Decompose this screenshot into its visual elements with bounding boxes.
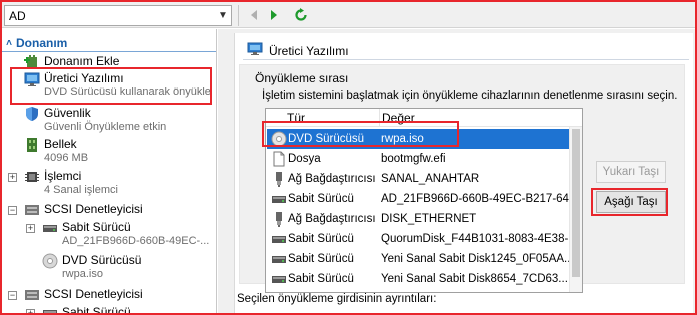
firmware-icon: [247, 42, 263, 59]
hard-drive-icon: [42, 220, 58, 236]
boot-entry-type: Sabit Sürücü: [288, 193, 354, 205]
sidebar-item-memory[interactable]: Bellek 4096 MB: [24, 137, 88, 166]
highlight-box: [591, 188, 668, 216]
sidebar-item-sub: AD_21FB966D-660B-49EC-...: [62, 235, 210, 247]
sidebar-item-label: SCSI Denetleyicisi: [44, 202, 143, 216]
boot-entry-row[interactable]: Sabit Sürücü Yeni Sanal Sabit Disk1245_0…: [267, 249, 574, 269]
selected-entry-details-label: Seçilen önyükleme girdisinin ayrıntıları…: [237, 293, 437, 305]
vm-selector[interactable]: AD ▼: [4, 5, 232, 26]
sidebar-item-label: SCSI Denetleyicisi: [44, 287, 143, 301]
boot-entry-value: AD_21FB966D-660B-49EC-B217-64...: [381, 193, 579, 205]
boot-entry-row[interactable]: Ağ Bağdaştırıcısı DISK_ETHERNET: [267, 209, 569, 229]
section-divider: [2, 51, 216, 52]
highlight-box: [262, 121, 459, 147]
move-up-button[interactable]: Yukarı Taşı: [596, 161, 666, 183]
sidebar-item-security[interactable]: Güvenlik Güvenli Önyükleme etkin: [24, 106, 166, 135]
boot-entry-type: Dosya: [288, 153, 321, 165]
boot-entry-row[interactable]: Dosya bootmgfw.efi: [267, 149, 569, 169]
boot-order-description: İşletim sistemini başlatmak için önyükle…: [262, 90, 678, 102]
boot-entry-row[interactable]: Sabit Sürücü Yeni Sanal Sabit Disk8654_7…: [267, 269, 569, 289]
boot-order-caption: Önyükleme sırası: [255, 71, 349, 85]
expand-icon[interactable]: +: [26, 309, 35, 313]
boot-entry-value: bootmgfw.efi: [381, 153, 446, 165]
hardware-sidebar: ˄ Donanım Donanım Ekle Üretici Yazılımı …: [2, 29, 217, 313]
sidebar-item-hard-drive[interactable]: Sabit Sürücü: [42, 305, 131, 313]
boot-entry-row[interactable]: Ağ Bağdaştırıcısı SANAL_ANAHTAR: [267, 169, 569, 189]
scsi-controller-icon: [24, 287, 40, 303]
sidebar-item-label: Güvenlik: [44, 106, 91, 120]
toolbar: AD ▼: [2, 2, 695, 28]
section-header[interactable]: ˄ Donanım: [2, 35, 216, 51]
boot-entry-value: QuorumDisk_F44B1031-8083-4E38-...: [381, 233, 578, 245]
shield-icon: [24, 106, 40, 122]
scrollbar-thumb[interactable]: [572, 129, 580, 277]
chevron-down-icon: ▼: [218, 10, 228, 21]
sidebar-item-sub: 4 Sanal işlemci: [44, 184, 118, 196]
sidebar-item-processor[interactable]: İşlemci 4 Sanal işlemci: [24, 169, 118, 198]
hard-drive-icon: [271, 271, 287, 287]
boot-entry-value: DISK_ETHERNET: [381, 213, 477, 225]
boot-entry-type: Ağ Bağdaştırıcısı: [288, 213, 376, 225]
hard-drive-icon: [42, 305, 58, 313]
sidebar-item-label: Donanım Ekle: [44, 54, 120, 68]
boot-entry-type: Sabit Sürücü: [288, 253, 354, 265]
collapse-icon[interactable]: ˄: [2, 38, 16, 49]
processor-icon: [24, 169, 40, 185]
network-adapter-icon: [271, 211, 287, 227]
vm-selector-value: AD: [9, 8, 26, 23]
list-scrollbar[interactable]: [569, 127, 582, 292]
back-arrow-icon[interactable]: [246, 7, 262, 23]
refresh-icon[interactable]: [293, 7, 309, 23]
page-header: Üretici Yazılımı: [247, 42, 349, 59]
sidebar-item-sub: Güvenli Önyükleme etkin: [44, 121, 167, 133]
scsi-controller-icon: [24, 202, 40, 218]
page-title: Üretici Yazılımı: [269, 43, 349, 58]
boot-entry-row[interactable]: Sabit Sürücü QuorumDisk_F44B1031-8083-4E…: [267, 229, 578, 249]
highlight-box: [10, 67, 212, 105]
header-divider: [243, 59, 689, 60]
boot-entry-value: SANAL_ANAHTAR: [381, 173, 480, 185]
collapse-icon[interactable]: −: [8, 291, 17, 300]
hard-drive-icon: [271, 231, 287, 247]
dvd-icon: [42, 253, 58, 269]
sidebar-item-label: İşlemci: [44, 169, 82, 183]
hard-drive-icon: [271, 191, 287, 207]
memory-icon: [24, 137, 40, 153]
sidebar-item-dvd-drive[interactable]: DVD Sürücüsü rwpa.iso: [42, 253, 141, 282]
sidebar-item-scsi-controller[interactable]: SCSI Denetleyicisi: [24, 287, 143, 303]
section-title: Donanım: [16, 36, 68, 50]
sidebar-item-label: Bellek: [44, 137, 77, 151]
boot-entry-value: Yeni Sanal Sabit Disk8654_7CD63...: [381, 273, 568, 285]
sidebar-item-label: Sabit Sürücü: [62, 305, 131, 313]
collapse-icon[interactable]: −: [8, 206, 17, 215]
sidebar-item-hard-drive[interactable]: Sabit Sürücü AD_21FB966D-660B-49EC-...: [42, 220, 209, 249]
expand-icon[interactable]: +: [26, 224, 35, 233]
boot-entry-type: Sabit Sürücü: [288, 273, 354, 285]
network-adapter-icon: [271, 171, 287, 187]
hard-drive-icon: [271, 251, 287, 267]
sidebar-item-scsi-controller[interactable]: SCSI Denetleyicisi: [24, 202, 143, 218]
sidebar-item-label: Sabit Sürücü: [62, 220, 131, 234]
sidebar-item-sub: rwpa.iso: [62, 268, 103, 280]
boot-entry-type: Sabit Sürücü: [288, 233, 354, 245]
toolbar-divider: [238, 5, 239, 26]
sidebar-item-sub: 4096 MB: [44, 152, 89, 164]
expand-icon[interactable]: +: [8, 173, 17, 182]
file-icon: [271, 151, 287, 167]
boot-entry-row[interactable]: Sabit Sürücü AD_21FB966D-660B-49EC-B217-…: [267, 189, 579, 209]
boot-entry-value: Yeni Sanal Sabit Disk1245_0F05AA...: [381, 253, 574, 265]
forward-arrow-icon[interactable]: [266, 7, 282, 23]
boot-entry-type: Ağ Bağdaştırıcısı: [288, 173, 376, 185]
sidebar-item-label: DVD Sürücüsü: [62, 253, 142, 267]
